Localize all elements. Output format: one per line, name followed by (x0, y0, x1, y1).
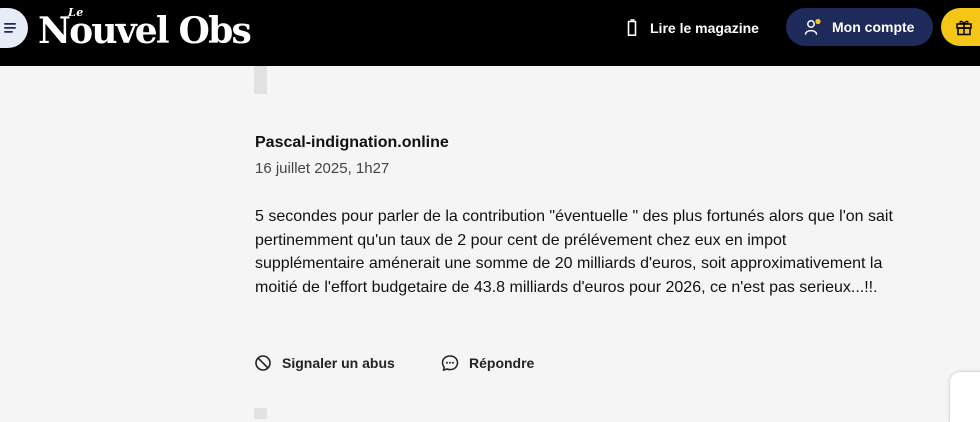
user-icon (804, 18, 821, 35)
floating-widget[interactable] (950, 372, 980, 422)
report-abuse-button[interactable]: Signaler un abus (254, 352, 395, 374)
notification-dot (815, 18, 821, 25)
lire-magazine-link[interactable]: Lire le magazine (626, 16, 759, 40)
menu-button[interactable] (0, 8, 28, 48)
comment-thread-line-bottom (254, 408, 267, 419)
mon-compte-label: Mon compte (832, 19, 915, 35)
logo-title: Nouvel Obs (38, 10, 252, 52)
phone-icon (627, 19, 637, 36)
gift-button[interactable] (941, 8, 980, 46)
block-icon (255, 355, 271, 371)
reply-label: Répondre (469, 355, 535, 371)
comment-date: 16 juillet 2025, 1h27 (255, 160, 390, 177)
reply-button[interactable]: Répondre (441, 352, 534, 374)
comment-author[interactable]: Pascal-indignation.online (255, 134, 449, 152)
gift-icon (956, 20, 972, 36)
comment-text: 5 secondes pour parler de la contributio… (255, 208, 893, 296)
lire-magazine-label: Lire le magazine (650, 20, 759, 36)
chat-bubble-icon (441, 355, 459, 371)
top-navigation-bar: Le Nouvel Obs Lire le magazine Mon compt… (0, 0, 980, 66)
comment-thread-line-top (254, 66, 267, 94)
mon-compte-button[interactable]: Mon compte (786, 8, 933, 46)
menu-icon (4, 23, 16, 33)
report-abuse-label: Signaler un abus (282, 355, 395, 371)
